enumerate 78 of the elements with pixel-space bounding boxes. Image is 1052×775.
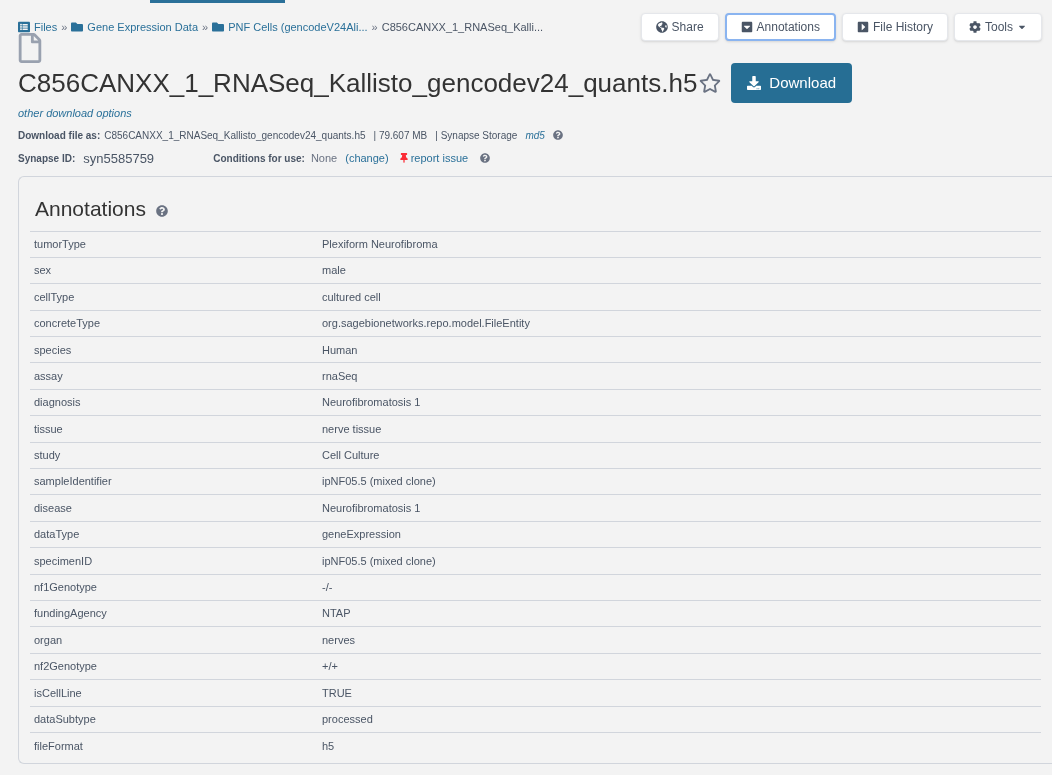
download-icon xyxy=(747,76,762,90)
file-icon xyxy=(16,33,44,63)
annotation-value: Human xyxy=(322,342,358,358)
annotation-value: h5 xyxy=(322,738,335,754)
annotation-value: rnaSeq xyxy=(322,368,358,384)
annotation-key: diagnosis xyxy=(30,394,322,411)
annotation-value: male xyxy=(322,263,346,279)
annotation-key: sampleIdentifier xyxy=(30,473,322,490)
help-icon[interactable] xyxy=(155,204,168,217)
annotation-value: TRUE xyxy=(322,685,352,701)
toolbar-button[interactable]: Tools xyxy=(954,13,1042,41)
annotation-value: org.sagebionetworks.repo.model.FileEntity xyxy=(322,316,530,332)
annotation-key: tissue xyxy=(30,420,322,438)
download-filename: C856CANXX_1_RNASeq_Kallisto_gencodev24_quants.h5 xyxy=(104,128,366,143)
toolbar-button[interactable]: Annotations xyxy=(724,13,836,41)
annotation-key: fileFormat xyxy=(30,737,322,755)
annotation-key: dataSubtype xyxy=(30,710,322,728)
md5-link[interactable]: md5 xyxy=(525,127,545,143)
annotation-key: assay xyxy=(30,367,322,385)
breadcrumb-separator: » xyxy=(202,20,209,35)
annotation-key: study xyxy=(30,447,322,464)
annotation-key: sex xyxy=(30,262,322,279)
conditions-label: Conditions for use: xyxy=(213,151,305,166)
annotation-key: nf2Genotype xyxy=(30,658,322,675)
settings-icon xyxy=(969,21,981,33)
annotation-key: fundingAgency xyxy=(30,605,322,622)
synapse-id-label: Synapse ID: xyxy=(18,151,76,166)
breadcrumb-link[interactable]: Gene Expression Data xyxy=(87,19,199,36)
annotation-value: NTAP xyxy=(322,606,351,622)
annotation-value: nerves xyxy=(322,632,356,648)
star-icon[interactable] xyxy=(699,72,722,94)
annotation-value: -/- xyxy=(322,580,333,595)
annotation-value: nerve tissue xyxy=(322,421,382,437)
breadcrumb-separator: » xyxy=(371,20,378,35)
annotation-value: Plexiform Neurofibroma xyxy=(322,236,438,252)
annotation-key: specimenID xyxy=(30,552,322,570)
list-icon xyxy=(18,21,30,34)
synapse-id: syn5585759 xyxy=(83,149,156,168)
file-title: C856CANXX_1_RNASeq_Kallisto_gencodev24_quants.h5 xyxy=(18,66,698,100)
annotation-key: nf1Genotype xyxy=(30,579,322,596)
file-size: | 79.607 MB xyxy=(373,128,428,143)
annotation-key: disease xyxy=(30,499,322,517)
breadcrumb-current: C856CANXX_1_RNASeq_Kalli... xyxy=(381,20,544,35)
help-icon[interactable] xyxy=(480,153,491,164)
conditions-value: None xyxy=(310,151,338,166)
annotation-value: Neurofibromatosis 1 xyxy=(322,500,421,516)
annotation-key: cellType xyxy=(30,288,322,306)
breadcrumb-link[interactable]: Files xyxy=(34,19,58,36)
breadcrumb-link[interactable]: PNF Cells (gencodeV24Ali... xyxy=(228,19,368,36)
storage-location: | Synapse Storage xyxy=(435,128,518,143)
annotation-value: ipNF05.5 (mixed clone) xyxy=(322,553,436,569)
toolbar-button[interactable]: Share xyxy=(640,13,719,41)
other-download-link[interactable]: other download options xyxy=(18,107,132,119)
help-icon[interactable] xyxy=(552,130,563,140)
annotation-value: processed xyxy=(322,711,373,727)
annotation-value: +/+ xyxy=(322,659,338,675)
globe-icon xyxy=(655,21,668,33)
annotation-value: geneExpression xyxy=(322,527,401,543)
download-as-label: Download file as: xyxy=(18,128,101,143)
download-button[interactable]: Download xyxy=(731,63,853,103)
annotation-value: Cell Culture xyxy=(322,448,380,464)
annotation-value: ipNF05.5 (mixed clone) xyxy=(322,474,436,490)
annotations-heading: Annotations xyxy=(35,196,146,222)
annotation-key: isCellLine xyxy=(30,684,322,702)
annotation-value: cultured cell xyxy=(322,289,381,305)
breadcrumb-separator: » xyxy=(61,20,68,35)
pin-icon xyxy=(398,153,409,164)
annotation-key: concreteType xyxy=(30,315,322,332)
annotation-key: species xyxy=(30,341,322,358)
toolbar-button[interactable]: File History xyxy=(841,13,948,41)
annotation-key: organ xyxy=(30,631,322,649)
folder-icon xyxy=(212,21,225,34)
folder-icon xyxy=(71,21,84,34)
report-issue-link[interactable]: report issue xyxy=(410,150,469,167)
annotation-key: dataType xyxy=(30,526,322,543)
annotation-key: tumorType xyxy=(30,235,322,253)
change-link[interactable]: (change) xyxy=(345,150,389,167)
annotation-value: Neurofibromatosis 1 xyxy=(322,395,421,411)
